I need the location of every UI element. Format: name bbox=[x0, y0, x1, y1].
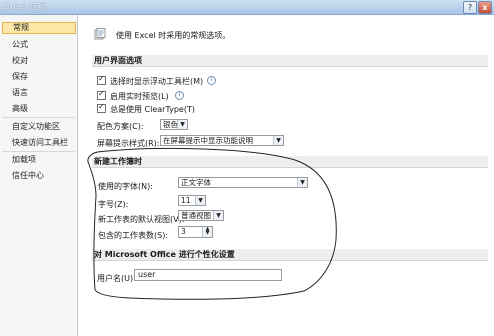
mini-toolbar-checkbox[interactable] bbox=[97, 74, 106, 85]
screentip-style-select[interactable]: 在屏幕提示中显示功能说明 ▼ bbox=[160, 135, 284, 146]
window-title: Excel 选项 bbox=[3, 2, 47, 11]
sheet-count-label: 包含的工作表数(S): bbox=[98, 231, 169, 240]
section-new-workbook: 新建工作簿时 bbox=[92, 156, 488, 168]
font-value: 正文字体 bbox=[181, 178, 211, 187]
sidebar-item-formulas[interactable]: 公式 bbox=[2, 39, 76, 51]
chevron-down-icon: ▼ bbox=[195, 196, 205, 205]
close-button[interactable]: x bbox=[478, 1, 492, 14]
default-view-select[interactable]: 普通视图 ▼ bbox=[178, 210, 224, 221]
mini-toolbar-label: 选择时显示浮动工具栏(M) bbox=[110, 77, 204, 86]
chevron-down-icon: ▼ bbox=[213, 211, 223, 220]
section-ui-options: 用户界面选项 bbox=[92, 55, 488, 67]
screentip-style-value: 在屏幕提示中显示功能说明 bbox=[163, 136, 253, 145]
sidebar-divider bbox=[2, 117, 75, 118]
sidebar-item-trust-center[interactable]: 信任中心 bbox=[2, 170, 76, 182]
page-title: 使用 Excel 时采用的常规选项。 bbox=[116, 31, 231, 40]
sidebar-item-save[interactable]: 保存 bbox=[2, 71, 76, 83]
sheet-count-value: 3 bbox=[181, 227, 186, 236]
help-button[interactable]: ? bbox=[463, 1, 477, 14]
cleartype-label: 总是使用 ClearType(T) bbox=[110, 105, 195, 114]
username-label: 用户名(U): bbox=[97, 274, 136, 283]
default-view-label: 新工作表的默认视图(V): bbox=[98, 215, 185, 224]
live-preview-checkbox[interactable] bbox=[97, 89, 106, 100]
color-scheme-select[interactable]: 银色 ▼ bbox=[160, 119, 188, 130]
spinner-icon[interactable]: ▲ ▼ bbox=[202, 227, 212, 237]
title-bar: Excel 选项 ? x bbox=[0, 0, 494, 15]
cleartype-checkbox[interactable] bbox=[97, 102, 106, 113]
sidebar-item-advanced[interactable]: 高级 bbox=[2, 103, 76, 115]
chevron-down-icon: ▼ bbox=[177, 120, 187, 129]
live-preview-label: 启用实时预览(L) bbox=[110, 92, 169, 101]
color-scheme-label: 配色方案(C): bbox=[97, 122, 144, 131]
sidebar-item-proofing[interactable]: 校对 bbox=[2, 55, 76, 67]
font-size-select[interactable]: 11 ▼ bbox=[178, 195, 206, 206]
default-view-value: 普通视图 bbox=[181, 211, 211, 220]
info-icon: i bbox=[207, 76, 216, 85]
sidebar-divider bbox=[2, 151, 75, 152]
font-size-value: 11 bbox=[181, 196, 191, 205]
font-select[interactable]: 正文字体 ▼ bbox=[178, 177, 308, 188]
screentip-style-label: 屏幕提示样式(R): bbox=[97, 139, 160, 148]
sidebar-item-customize-ribbon[interactable]: 自定义功能区 bbox=[2, 121, 76, 133]
chevron-down-icon: ▼ bbox=[273, 136, 283, 145]
username-input[interactable]: user bbox=[134, 269, 282, 281]
section-personalize: 对 Microsoft Office 进行个性化设置 bbox=[92, 249, 488, 261]
color-scheme-value: 银色 bbox=[163, 120, 178, 129]
office-options-icon bbox=[94, 28, 106, 40]
sidebar-item-quick-access-toolbar[interactable]: 快速访问工具栏 bbox=[2, 137, 76, 149]
sheet-count-stepper[interactable]: 3 ▲ ▼ bbox=[178, 226, 213, 238]
info-icon: i bbox=[175, 91, 184, 100]
sidebar-item-language[interactable]: 语言 bbox=[2, 87, 76, 99]
chevron-down-icon: ▼ bbox=[297, 178, 307, 187]
sidebar-item-add-ins[interactable]: 加载项 bbox=[2, 154, 76, 166]
sidebar-item-general[interactable]: 常规 bbox=[2, 22, 76, 34]
font-size-label: 字号(Z): bbox=[98, 200, 129, 209]
font-label: 使用的字体(N): bbox=[98, 182, 153, 191]
